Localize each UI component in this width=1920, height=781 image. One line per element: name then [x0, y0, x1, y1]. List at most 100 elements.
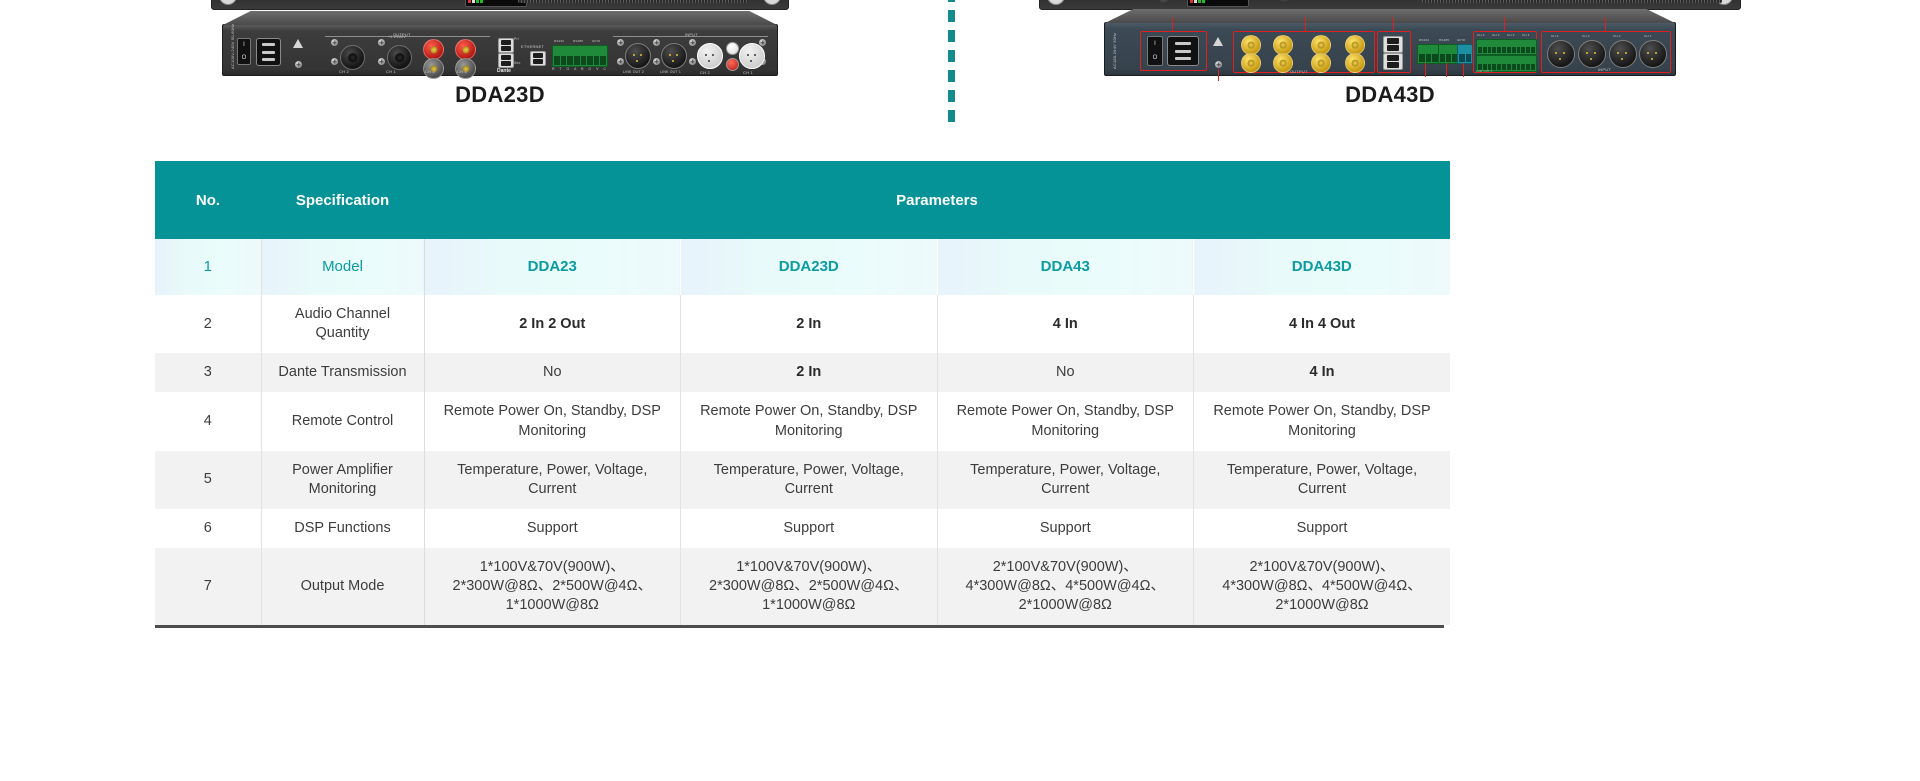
product-gallery: AC100V-240V 50-60Hz I O OUTPUT +1 2/100V…	[0, 0, 1920, 150]
table-row: 6 DSP Functions Support Support Support Suppo…	[155, 508, 1450, 548]
linkout-ch3-label: CH 3	[1492, 33, 1500, 37]
parameter-cell: 4 In	[1193, 353, 1450, 393]
parameter-cell: 1*100V&70V(900W)、2*300W@8Ω、2*500W@4Ω、1*1…	[680, 548, 938, 626]
row-number-cell: 2	[155, 295, 262, 354]
specification-cell: Model	[261, 239, 425, 295]
binding-post-ch1-positive-2	[1345, 35, 1365, 55]
parameter-cell: Support	[680, 508, 938, 548]
parameter-cell: 2 In	[680, 295, 938, 354]
rs485-terminal-block	[1438, 44, 1459, 64]
voltage-tap-label: +1 2/100V	[388, 35, 406, 39]
power-rocker-switch[interactable]: I O	[237, 38, 251, 65]
rocker-on-label: I	[243, 42, 245, 49]
table-bottom-border	[155, 625, 1444, 629]
dante-primary-label: Pri	[514, 37, 519, 41]
parameter-cell: 2 In	[680, 353, 938, 393]
product-caption-dda43d: DDA43D	[1345, 82, 1435, 107]
rca-input-ch1-jack	[726, 42, 739, 55]
row-number-cell: 3	[155, 353, 262, 393]
annotation-leader-network	[1393, 17, 1394, 31]
front-vent-grille-2	[1422, 0, 1722, 4]
control-terminal-block	[552, 45, 608, 67]
product-dda43d: AC180-264V 50Hz I O OUTPUT RS232 RS485 G…	[1035, 0, 1745, 108]
specification-table-container: No. Specification Parameters 1 Model DDA23…	[155, 161, 1451, 629]
binding-post-ch2-positive	[423, 39, 444, 60]
ethernet-rj45-port	[530, 51, 546, 66]
front-vent-grille	[518, 0, 748, 4]
specification-cell: Remote Control	[261, 392, 425, 451]
binding-post-ch4-positive	[1241, 35, 1261, 55]
output-ch1-speakon-label: CH 1	[386, 69, 396, 74]
ac-input-label: AC100V-240V 50-60Hz	[230, 23, 235, 69]
rocker-off-label-2: O	[1152, 55, 1158, 61]
panel-perspective-top	[223, 11, 777, 25]
encoder-knob-icon	[1278, 0, 1294, 3]
parameter-cell: DDA43D	[1193, 239, 1451, 295]
row-number-cell: 6	[155, 508, 262, 548]
speakon-connector-ch1	[387, 45, 412, 70]
rs232-terminal-block	[1417, 44, 1440, 64]
linkout-ch2-label: CH 2	[1507, 33, 1515, 37]
parameter-cell: DDA23D	[680, 239, 938, 295]
warning-triangle-icon-2	[1213, 37, 1223, 46]
dante-brand-label: Dante	[497, 68, 511, 74]
parameter-cell: 4 In 4 Out	[1193, 295, 1450, 354]
front-display-icon-2	[1187, 0, 1249, 7]
ethernet-label: ETHERNET	[521, 44, 545, 49]
link-out2-label: LINK OUT 2	[623, 70, 644, 74]
parameter-cell: Remote Power On, Standby, DSP Monitoring	[1193, 392, 1450, 451]
input-label-2: INPUT	[1598, 67, 1611, 72]
input-ch2-label: CH 2	[700, 70, 710, 75]
specification-cell: Output Mode	[261, 548, 425, 626]
rocker-off-label: O	[241, 54, 247, 61]
parameter-cell: Remote Power On, Standby, DSP Monitoring	[680, 392, 938, 451]
gpio-label-2: GPIO	[1457, 38, 1466, 42]
ac-input-label-2: AC180-264V 50Hz	[1112, 32, 1117, 69]
input-label: INPUT	[685, 32, 698, 37]
table-row: 1 Model DDA23 DDA23D DDA43 DDA43D	[155, 239, 1451, 295]
specification-table: No. Specification Parameters 1 Model DDA23…	[155, 161, 1451, 626]
link-out1-label: LINK OUT 1	[660, 70, 681, 74]
xlr-link-out1-connector	[661, 43, 687, 69]
output-label-2: OUTPUT	[1290, 69, 1308, 74]
rocker-on-label-2: I	[1154, 41, 1156, 47]
specification-cell: Power Amplifier Monitoring	[261, 450, 425, 509]
dante-secondary-rj45-port	[498, 53, 514, 68]
network-rj45-port-2	[1383, 53, 1403, 70]
input-screw-4	[653, 58, 660, 65]
output-ch1-post-label: CH 1	[457, 69, 467, 74]
xlr-ch2-label: CH 2	[1613, 34, 1621, 38]
annotation-leader-input	[1605, 17, 1606, 31]
output-screw-3	[378, 39, 385, 46]
parameter-cell: Temperature, Power, Voltage, Current	[1193, 450, 1450, 509]
table-head: No. Specification Parameters	[155, 161, 1450, 239]
product-spec-page: AC100V-240V 50-60Hz I O OUTPUT +1 2/100V…	[0, 0, 1920, 781]
input-terminal-block-top	[1476, 39, 1537, 55]
parameter-cell: Support	[424, 508, 681, 548]
parameter-cell: DDA23	[424, 239, 681, 295]
dante-primary-rj45-port	[498, 38, 514, 53]
parameter-cell: No	[937, 353, 1194, 393]
header-parameters: Parameters	[424, 161, 1450, 239]
power-rocker-switch-2[interactable]: I O	[1147, 36, 1163, 66]
terminal-pin-labels: R T G A B G V C	[552, 67, 608, 71]
header-specification: Specification	[261, 161, 424, 239]
rack-ear-left-icon	[219, 0, 237, 5]
dda23d-device-art: AC100V-240V 50-60Hz I O OUTPUT +1 2/100V…	[140, 0, 860, 79]
parameter-cell: DDA43	[937, 239, 1194, 295]
parameter-cell: Support	[937, 508, 1194, 548]
specification-cell: Dante Transmission	[261, 353, 425, 393]
specification-cell: DSP Functions	[261, 508, 425, 548]
iec-power-inlet-2	[1167, 36, 1199, 66]
table-row: 3 Dante Transmission No 2 In No 4 In	[155, 353, 1450, 393]
standby-knob-icon	[1159, 0, 1171, 4]
linkout-ch4-label: CH 4	[1477, 33, 1485, 37]
rca-input-ch2-jack	[726, 58, 739, 71]
chassis-ground-screw-2	[1215, 61, 1222, 68]
row-number-cell: 1	[155, 239, 262, 295]
input-ch1-label: CH 1	[743, 70, 753, 75]
parameter-cell: Temperature, Power, Voltage, Current	[680, 450, 938, 509]
output-ch2-speakon-label: CH 2	[339, 69, 349, 74]
xlr-link-out2-connector	[625, 43, 651, 69]
rs232-label: RS232	[554, 39, 565, 43]
